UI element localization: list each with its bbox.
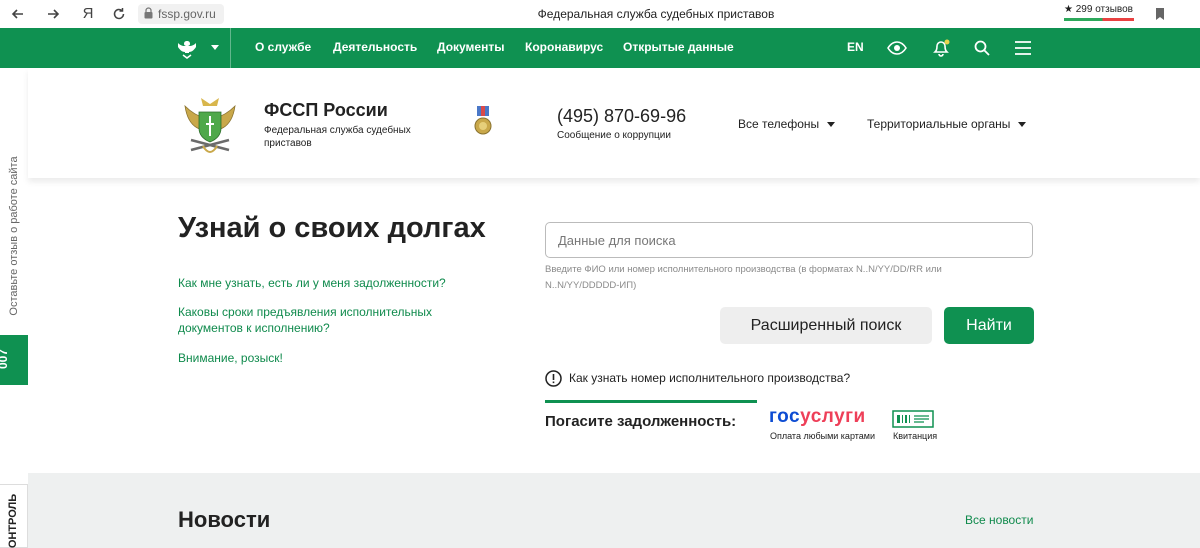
all-news-link[interactable]: Все новости [965, 513, 1033, 527]
top-navigation: О службе Деятельность Документы Коронави… [0, 28, 1200, 68]
control-side-tab[interactable]: ОНТРОЛЬ [0, 484, 28, 548]
territorial-label: Территориальные органы [867, 117, 1011, 131]
debt-check-link[interactable]: Как мне узнать, есть ли у меня задолженн… [178, 275, 446, 291]
nav-divider [230, 28, 231, 68]
search-hint: Введите ФИО или номер исполнительного пр… [545, 264, 942, 291]
territorial-dropdown[interactable]: Территориальные органы [867, 117, 1027, 131]
nav-item-about[interactable]: О службе [255, 40, 311, 54]
receipt-subtitle: Квитанция [893, 431, 938, 441]
find-button[interactable]: Найти [944, 307, 1034, 344]
advanced-search-button[interactable]: Расширенный поиск [720, 307, 932, 344]
medal-icon [474, 106, 492, 135]
reviews-rating-bar [1064, 18, 1134, 21]
language-switch[interactable]: EN [847, 40, 864, 54]
deadlines-link[interactable]: Каковы сроки предъявления исполнительных… [178, 304, 448, 336]
reviews-badge[interactable]: ★ 299 отзывов [1064, 4, 1133, 15]
receipt-icon[interactable] [892, 410, 934, 428]
eye-icon[interactable] [887, 40, 907, 56]
pay-label: Погасите задолженность: [545, 413, 737, 430]
info-icon [545, 370, 562, 387]
fssp-emblem-logo[interactable] [181, 94, 239, 156]
emblem-icon[interactable] [176, 37, 198, 59]
feedback-side-tab[interactable]: Оставьте отзыв о работе сайта [0, 150, 28, 330]
news-title: Новости [178, 507, 271, 532]
gosuslugi-logo-part1: гос [769, 406, 801, 427]
chevron-down-icon [827, 122, 836, 128]
browser-toolbar: Я fssp.gov.ru Федеральная служба судебны… [0, 0, 1200, 29]
window-title: Федеральная служба судебных приставов [537, 7, 775, 21]
chevron-down-icon [1018, 122, 1027, 128]
nav-item-documents[interactable]: Документы [437, 40, 504, 54]
code-007-label: 007 [0, 348, 11, 370]
gosuslugi-logo[interactable]: госуслуги [769, 406, 866, 428]
phone-number[interactable]: (495) 870-69-96 [557, 106, 686, 127]
case-number-help-link[interactable]: Как узнать номер исполнительного произво… [569, 371, 850, 385]
pay-accent-line [545, 400, 757, 403]
org-subtitle: Федеральная служба судебных приставов [264, 125, 411, 149]
phone-subtitle: Сообщение о коррупции [557, 130, 671, 141]
nav-item-coronavirus[interactable]: Коронавирус [525, 40, 603, 54]
gosuslugi-logo-part2: услуги [800, 406, 866, 427]
search-icon[interactable] [974, 40, 990, 56]
org-name[interactable]: ФССП России [264, 100, 388, 121]
page-title: Узнай о своих долгах [178, 212, 486, 244]
search-input[interactable] [545, 222, 1033, 258]
chevron-down-icon[interactable] [211, 45, 219, 50]
feedback-label: Оставьте отзыв о работе сайта [8, 156, 20, 316]
all-phones-label: Все телефоны [738, 117, 820, 131]
bookmark-icon[interactable] [1155, 8, 1165, 20]
nav-item-open-data[interactable]: Открытые данные [623, 40, 734, 54]
control-label: ОНТРОЛЬ [7, 493, 20, 548]
wanted-link[interactable]: Внимание, розыск! [178, 350, 283, 366]
gosuslugi-subtitle: Оплата любыми картами [770, 431, 875, 441]
nav-item-activity[interactable]: Деятельность [333, 40, 417, 54]
all-phones-dropdown[interactable]: Все телефоны [738, 117, 836, 131]
code-007-tab[interactable]: 007 [0, 335, 28, 385]
bell-icon[interactable] [932, 38, 950, 58]
hamburger-menu-icon[interactable] [1015, 41, 1031, 55]
